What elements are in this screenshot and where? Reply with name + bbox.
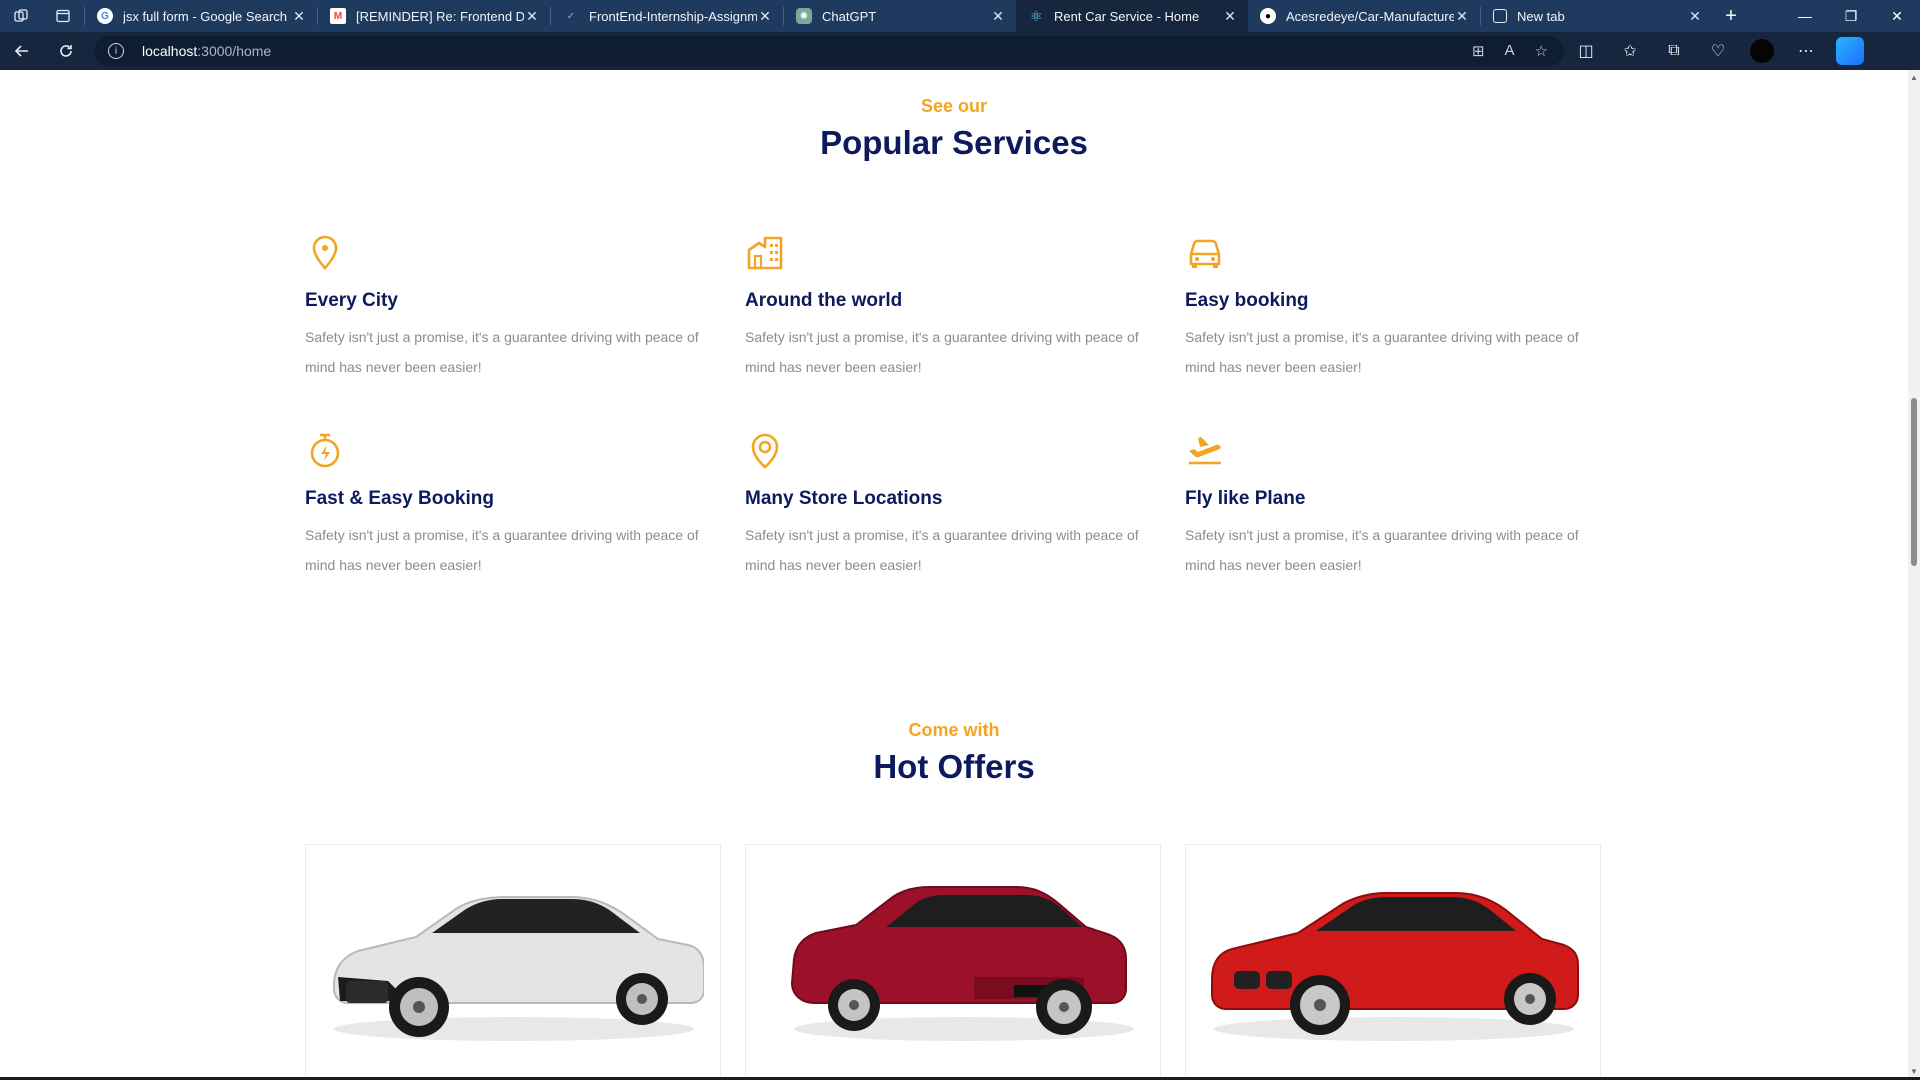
more-menu-icon[interactable]: ⋯ [1784, 32, 1828, 70]
offer-card-red-bmw[interactable] [1185, 844, 1601, 1080]
collections-icon[interactable]: ⧉ [1652, 32, 1696, 70]
service-item: Easy booking Safety isn't just a promise… [1185, 232, 1601, 382]
car-image-red-bmw [1211, 892, 1579, 1041]
browser-tab-bar: G jsx full form - Google Search ✕ M [REM… [0, 0, 1920, 32]
location-pin-icon [305, 232, 345, 272]
close-tab-icon[interactable]: ✕ [990, 8, 1006, 25]
offers-eyebrow: Come with [908, 720, 1000, 740]
close-tab-icon[interactable]: ✕ [291, 8, 307, 25]
stopwatch-icon [305, 430, 345, 470]
close-tab-icon[interactable]: ✕ [757, 8, 773, 25]
restore-icon[interactable]: ❐ [1828, 0, 1874, 32]
tab-google-search[interactable]: G jsx full form - Google Search ✕ [85, 0, 317, 32]
service-title: Many Store Locations [745, 488, 943, 509]
service-item: Every City Safety isn't just a promise, … [305, 232, 721, 382]
favorite-star-icon[interactable]: ☆ [1535, 42, 1548, 60]
service-description: Safety isn't just a promise, it's a guar… [745, 527, 1139, 573]
service-title: Easy booking [1185, 290, 1309, 311]
car-image-white-sedan [333, 896, 704, 1041]
plane-takeoff-icon [1185, 430, 1225, 470]
tab-actions-icon[interactable] [42, 0, 84, 32]
page-scrollbar[interactable]: ▲ ▼ [1908, 70, 1920, 1080]
tab-gmail[interactable]: M [REMINDER] Re: Frontend Deve ✕ [318, 0, 550, 32]
scroll-down-arrow-icon[interactable]: ▼ [1910, 1068, 1918, 1076]
service-title: Fast & Easy Booking [305, 488, 494, 509]
page-content: See our Popular Services Every City Safe… [0, 70, 1908, 1080]
github-icon: ● [1260, 8, 1276, 24]
car-image-red-camry [790, 886, 1134, 1041]
app-available-icon[interactable]: ⊞ [1472, 42, 1485, 60]
service-description: Safety isn't just a promise, it's a guar… [745, 329, 1139, 375]
service-item: Fast & Easy Booking Safety isn't just a … [305, 430, 721, 580]
browser-toolbar: i localhost:3000/home ⊞ A ☆ ◫ ✩ ⧉ ♡ ⋯ [0, 32, 1920, 70]
close-tab-icon[interactable]: ✕ [1687, 8, 1703, 25]
google-icon: G [97, 8, 113, 24]
new-tab-button[interactable]: + [1713, 0, 1749, 32]
service-title: Fly like Plane [1185, 488, 1306, 509]
react-icon: ⚛ [1029, 7, 1043, 24]
scrollbar-thumb[interactable] [1911, 398, 1917, 566]
services-title: Popular Services [820, 124, 1088, 161]
gmail-icon: M [330, 8, 346, 24]
tab-new-tab[interactable]: New tab ✕ [1481, 0, 1713, 32]
service-description: Safety isn't just a promise, it's a guar… [305, 527, 699, 573]
service-description: Safety isn't just a promise, it's a guar… [1185, 527, 1579, 573]
service-item: Around the world Safety isn't just a pro… [745, 232, 1161, 382]
chatgpt-icon: ✺ [796, 8, 812, 24]
tab-rent-car-home[interactable]: ⚛ Rent Car Service - Home ✕ [1016, 0, 1248, 32]
scroll-up-arrow-icon[interactable]: ▲ [1910, 74, 1918, 82]
workspaces-icon[interactable] [0, 0, 42, 32]
browser-essentials-icon[interactable]: ♡ [1696, 32, 1740, 70]
address-bar[interactable]: i localhost:3000/home ⊞ A ☆ [94, 36, 1564, 66]
tab-chatgpt[interactable]: ✺ ChatGPT ✕ [784, 0, 1016, 32]
favorites-icon[interactable]: ✩ [1608, 32, 1652, 70]
refresh-icon[interactable] [44, 32, 88, 70]
service-item: Fly like Plane Safety isn't just a promi… [1185, 430, 1601, 580]
newtab-icon [1493, 9, 1507, 23]
close-window-icon[interactable]: ✕ [1874, 0, 1920, 32]
service-item: Many Store Locations Safety isn't just a… [745, 430, 1161, 580]
map-pin-icon [745, 430, 785, 470]
tab-github[interactable]: ● Acesredeye/Car-Manufacture ✕ [1248, 0, 1480, 32]
profile-avatar[interactable] [1750, 39, 1774, 63]
site-info-icon[interactable]: i [108, 43, 124, 59]
read-aloud-icon[interactable]: A [1505, 42, 1515, 60]
service-title: Around the world [745, 290, 903, 311]
offer-card-red-camry[interactable] [745, 844, 1161, 1080]
tab-frontend-assignment[interactable]: ✓ FrontEnd-Internship-Assignme ✕ [551, 0, 783, 32]
copilot-icon[interactable] [1836, 37, 1864, 65]
close-tab-icon[interactable]: ✕ [524, 8, 540, 25]
close-tab-icon[interactable]: ✕ [1222, 8, 1238, 25]
offer-card-white-sedan[interactable] [305, 844, 721, 1080]
back-icon[interactable] [0, 32, 44, 70]
minimize-icon[interactable]: — [1782, 0, 1828, 32]
offers-title: Hot Offers [873, 748, 1035, 785]
service-description: Safety isn't just a promise, it's a guar… [1185, 329, 1579, 375]
split-screen-icon[interactable]: ◫ [1564, 32, 1608, 70]
car-icon [1185, 232, 1225, 272]
building-icon [745, 232, 785, 272]
services-eyebrow: See our [920, 96, 988, 116]
service-title: Every City [305, 290, 398, 311]
close-tab-icon[interactable]: ✕ [1454, 8, 1470, 25]
doc-icon: ✓ [566, 10, 576, 22]
service-description: Safety isn't just a promise, it's a guar… [305, 329, 699, 375]
